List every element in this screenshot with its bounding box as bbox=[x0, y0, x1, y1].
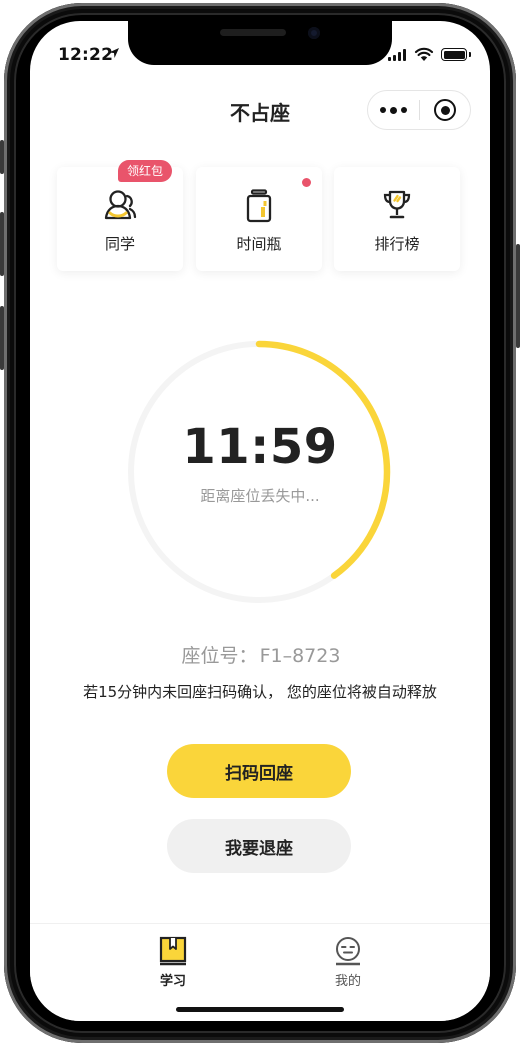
shortcut-label-time-bottle: 时间瓶 bbox=[236, 235, 282, 253]
countdown-time: 11:59 bbox=[182, 419, 338, 475]
shortcut-card-leaderboard[interactable]: 排行榜 bbox=[334, 167, 460, 271]
release-notice: 若15分钟内未回座扫码确认， 您的座位将被自动释放 bbox=[83, 683, 437, 701]
front-camera bbox=[308, 27, 320, 39]
tab-study-label: 学习 bbox=[159, 974, 186, 989]
home-indicator[interactable] bbox=[176, 1007, 344, 1012]
speaker bbox=[220, 29, 286, 36]
mute-switch bbox=[0, 140, 4, 174]
book-icon bbox=[159, 936, 187, 966]
close-miniprogram-button[interactable] bbox=[420, 91, 470, 129]
status-time: 12:22 bbox=[58, 45, 114, 65]
wifi-icon bbox=[414, 47, 434, 61]
more-options-icon[interactable] bbox=[368, 91, 419, 129]
target-icon bbox=[434, 99, 456, 121]
scan-return-button[interactable]: 扫码回座 bbox=[167, 744, 351, 798]
volume-down-button bbox=[0, 306, 4, 370]
screen: 12:22 不占座 同学 时间瓶 排行榜 领红包 11:59 距离座位丢失中..… bbox=[30, 21, 490, 1021]
seat-number-label: 座位号： bbox=[181, 645, 258, 667]
notch bbox=[128, 21, 392, 65]
location-arrow-icon bbox=[109, 48, 119, 58]
volume-up-button bbox=[0, 212, 4, 276]
trophy-icon bbox=[383, 190, 411, 219]
tab-mine[interactable]: 我的 bbox=[308, 936, 388, 989]
shortcut-card-classmates[interactable]: 同学 bbox=[57, 167, 183, 271]
cellular-signal-icon bbox=[388, 49, 406, 61]
tab-mine-label: 我的 bbox=[334, 974, 361, 989]
shortcut-label-classmates: 同学 bbox=[104, 235, 135, 253]
shortcut-label-leaderboard: 排行榜 bbox=[374, 235, 420, 253]
classmate-icon bbox=[104, 190, 137, 220]
notification-dot bbox=[302, 178, 311, 187]
battery-icon bbox=[441, 48, 471, 61]
power-button bbox=[516, 244, 520, 348]
miniprogram-capsule bbox=[367, 90, 471, 130]
seat-number: 座位号： F1–8723 bbox=[30, 641, 490, 668]
red-packet-badge[interactable]: 领红包 bbox=[118, 160, 173, 182]
face-icon bbox=[336, 937, 360, 966]
tab-study[interactable]: 学习 bbox=[133, 936, 213, 989]
leave-seat-button[interactable]: 我要退座 bbox=[167, 819, 351, 873]
countdown-subtitle: 距离座位丢失中... bbox=[200, 487, 320, 505]
time-bottle-icon bbox=[246, 189, 272, 223]
seat-number-value: F1–8723 bbox=[259, 645, 341, 667]
